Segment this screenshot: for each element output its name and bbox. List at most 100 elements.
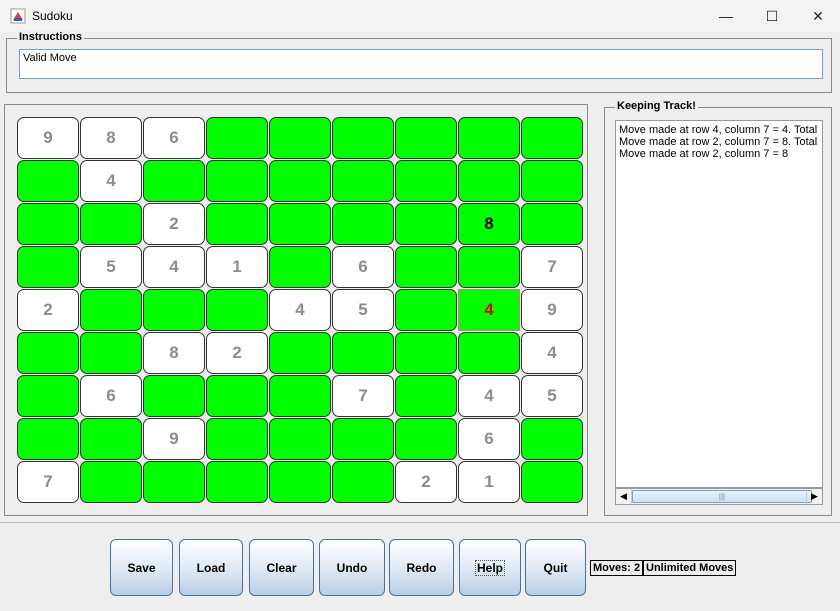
sudoku-cell[interactable]: 8 bbox=[143, 332, 205, 374]
sudoku-cell[interactable] bbox=[269, 332, 331, 374]
sudoku-cell[interactable] bbox=[521, 160, 583, 202]
sudoku-cell[interactable] bbox=[80, 289, 142, 331]
sudoku-cell[interactable] bbox=[521, 117, 583, 159]
sudoku-cell[interactable] bbox=[521, 461, 583, 503]
sudoku-cell[interactable]: 6 bbox=[458, 418, 520, 460]
sudoku-cell[interactable] bbox=[269, 246, 331, 288]
sudoku-cell[interactable] bbox=[17, 418, 79, 460]
sudoku-cell[interactable] bbox=[269, 418, 331, 460]
sudoku-cell[interactable]: 4 bbox=[143, 246, 205, 288]
sudoku-cell[interactable] bbox=[332, 461, 394, 503]
sudoku-cell[interactable]: 4 bbox=[269, 289, 331, 331]
sudoku-cell[interactable] bbox=[395, 117, 457, 159]
sudoku-cell[interactable]: 2 bbox=[143, 203, 205, 245]
sudoku-cell[interactable] bbox=[395, 332, 457, 374]
sudoku-cell[interactable]: 4 bbox=[521, 332, 583, 374]
help-button[interactable]: Help bbox=[459, 539, 521, 596]
sudoku-cell[interactable]: 5 bbox=[332, 289, 394, 331]
sudoku-cell[interactable] bbox=[17, 203, 79, 245]
scroll-thumb[interactable]: ||| bbox=[632, 490, 812, 503]
sudoku-cell[interactable] bbox=[143, 289, 205, 331]
keeping-track-legend: Keeping Track! bbox=[615, 100, 698, 112]
sudoku-cell[interactable] bbox=[206, 160, 268, 202]
sudoku-cell[interactable]: 1 bbox=[206, 246, 268, 288]
sudoku-cell[interactable] bbox=[80, 332, 142, 374]
minimize-button[interactable]: — bbox=[703, 0, 749, 32]
scroll-right-icon[interactable]: ▶ bbox=[806, 489, 822, 504]
redo-button[interactable]: Redo bbox=[389, 539, 454, 596]
save-button[interactable]: Save bbox=[110, 539, 173, 596]
sudoku-cell[interactable] bbox=[17, 246, 79, 288]
clear-button[interactable]: Clear bbox=[249, 539, 314, 596]
sudoku-cell[interactable] bbox=[395, 418, 457, 460]
quit-button[interactable]: Quit bbox=[525, 539, 586, 596]
sudoku-cell[interactable]: 1 bbox=[458, 461, 520, 503]
sudoku-cell[interactable]: 2 bbox=[395, 461, 457, 503]
scroll-left-icon[interactable]: ◀ bbox=[616, 489, 632, 504]
sudoku-cell[interactable] bbox=[17, 375, 79, 417]
sudoku-cell[interactable]: 5 bbox=[521, 375, 583, 417]
sudoku-cell[interactable]: 7 bbox=[17, 461, 79, 503]
maximize-button[interactable]: ☐ bbox=[749, 0, 795, 32]
move-log-text-area[interactable]: Move made at row 4, column 7 = 4. Total … bbox=[615, 120, 823, 488]
sudoku-cell[interactable] bbox=[206, 418, 268, 460]
moves-count-label: Moves: 2 bbox=[590, 560, 644, 576]
undo-button[interactable]: Undo bbox=[319, 539, 385, 596]
sudoku-cell[interactable] bbox=[143, 375, 205, 417]
sudoku-cell[interactable] bbox=[80, 203, 142, 245]
sudoku-cell[interactable] bbox=[206, 203, 268, 245]
sudoku-cell[interactable]: 6 bbox=[332, 246, 394, 288]
sudoku-cell[interactable] bbox=[395, 246, 457, 288]
sudoku-cell[interactable]: 9 bbox=[143, 418, 205, 460]
sudoku-cell[interactable] bbox=[458, 160, 520, 202]
sudoku-cell[interactable] bbox=[521, 203, 583, 245]
sudoku-cell[interactable]: 6 bbox=[143, 117, 205, 159]
sudoku-cell[interactable] bbox=[269, 461, 331, 503]
sudoku-cell[interactable] bbox=[143, 461, 205, 503]
sudoku-cell[interactable]: 9 bbox=[17, 117, 79, 159]
sudoku-cell[interactable]: 7 bbox=[332, 375, 394, 417]
sudoku-cell[interactable] bbox=[80, 461, 142, 503]
sudoku-cell[interactable] bbox=[395, 160, 457, 202]
sudoku-cell[interactable] bbox=[458, 332, 520, 374]
sudoku-cell[interactable]: 4 bbox=[80, 160, 142, 202]
horizontal-scrollbar[interactable]: ◀ ||| ▶ bbox=[615, 488, 823, 505]
sudoku-cell[interactable] bbox=[458, 246, 520, 288]
sudoku-cell[interactable] bbox=[395, 203, 457, 245]
sudoku-cell[interactable] bbox=[521, 418, 583, 460]
close-button[interactable]: ✕ bbox=[795, 0, 840, 32]
load-button[interactable]: Load bbox=[179, 539, 243, 596]
sudoku-cell[interactable]: 7 bbox=[521, 246, 583, 288]
sudoku-cell[interactable] bbox=[269, 203, 331, 245]
sudoku-cell[interactable] bbox=[332, 160, 394, 202]
sudoku-cell[interactable]: 6 bbox=[80, 375, 142, 417]
sudoku-cell[interactable] bbox=[269, 375, 331, 417]
sudoku-cell[interactable] bbox=[269, 160, 331, 202]
sudoku-cell[interactable]: 5 bbox=[80, 246, 142, 288]
sudoku-cell[interactable] bbox=[332, 418, 394, 460]
sudoku-cell[interactable] bbox=[206, 289, 268, 331]
sudoku-cell[interactable] bbox=[17, 332, 79, 374]
sudoku-cell[interactable]: 4 bbox=[458, 289, 520, 331]
instructions-text-field[interactable]: Valid Move bbox=[19, 49, 823, 79]
sudoku-cell[interactable]: 9 bbox=[521, 289, 583, 331]
sudoku-cell[interactable] bbox=[80, 418, 142, 460]
sudoku-cell[interactable] bbox=[395, 289, 457, 331]
sudoku-cell[interactable]: 2 bbox=[206, 332, 268, 374]
sudoku-cell[interactable] bbox=[458, 117, 520, 159]
sudoku-cell[interactable] bbox=[17, 160, 79, 202]
sudoku-cell[interactable] bbox=[269, 117, 331, 159]
sudoku-cell[interactable] bbox=[143, 160, 205, 202]
sudoku-cell[interactable] bbox=[206, 461, 268, 503]
sudoku-cell[interactable]: 8 bbox=[80, 117, 142, 159]
sudoku-cell[interactable] bbox=[332, 332, 394, 374]
sudoku-cell[interactable]: 8 bbox=[458, 203, 520, 245]
sudoku-cell[interactable] bbox=[395, 375, 457, 417]
move-log-line: Move made at row 2, column 7 = 8 bbox=[619, 148, 789, 160]
sudoku-cell[interactable] bbox=[206, 117, 268, 159]
sudoku-cell[interactable]: 4 bbox=[458, 375, 520, 417]
sudoku-cell[interactable] bbox=[332, 203, 394, 245]
sudoku-cell[interactable] bbox=[206, 375, 268, 417]
sudoku-cell[interactable]: 2 bbox=[17, 289, 79, 331]
sudoku-cell[interactable] bbox=[332, 117, 394, 159]
